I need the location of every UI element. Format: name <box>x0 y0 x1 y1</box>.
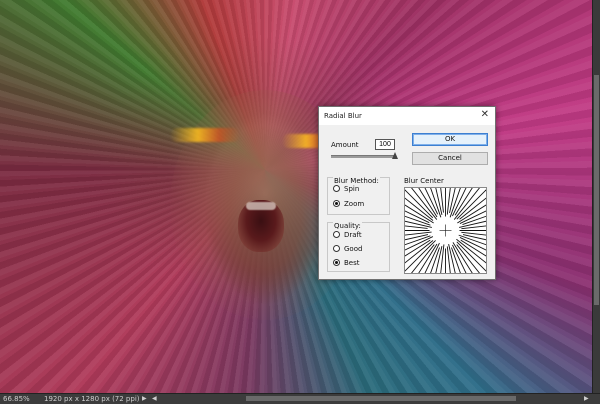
amount-slider-thumb[interactable] <box>392 152 398 159</box>
triangle-left-icon[interactable]: ◀ <box>152 394 157 404</box>
triangle-right-icon[interactable]: ▶ <box>584 394 589 404</box>
radio-spin-label: Spin <box>344 185 360 193</box>
status-bar: 66.85% 1920 px x 1280 px (72 ppi) ▶ ◀ ▶ <box>0 393 600 404</box>
blur-center-ray <box>405 240 436 272</box>
blur-center-ray <box>405 210 430 224</box>
blur-center-ray <box>424 188 439 215</box>
quality-label: Quality: <box>333 222 362 230</box>
blur-center-preview[interactable] <box>404 187 487 274</box>
blur-center-ray <box>452 242 473 273</box>
blur-center-ray <box>405 231 432 236</box>
radio-best-circle[interactable] <box>333 259 340 266</box>
zoom-level[interactable]: 66.85% <box>3 394 30 404</box>
vertical-scrollbar[interactable] <box>592 0 600 393</box>
blur-method-group: Blur Method: Spin Zoom <box>327 177 390 215</box>
radial-blur-dialog: Radial Blur ✕ Amount OK Cancel Blur Meth… <box>318 106 496 280</box>
radio-draft-label: Draft <box>344 231 362 239</box>
horizontal-scrollbar-thumb[interactable] <box>246 396 516 401</box>
dialog-title: Radial Blur <box>324 112 362 120</box>
blur-center-label: Blur Center <box>404 177 444 185</box>
radio-draft-circle[interactable] <box>333 231 340 238</box>
document-info: 1920 px x 1280 px (72 ppi) <box>44 395 140 403</box>
radio-best-label: Best <box>344 259 360 267</box>
document-canvas[interactable] <box>0 0 592 393</box>
dialog-titlebar[interactable]: Radial Blur ✕ <box>319 107 495 125</box>
amount-input[interactable] <box>375 139 395 150</box>
radio-zoom-label: Zoom <box>344 200 365 208</box>
image-eye-streak-left <box>170 128 240 142</box>
quality-group: Quality: Draft Good Best <box>327 222 390 272</box>
radio-good-circle[interactable] <box>333 245 340 252</box>
amount-slider-track[interactable] <box>331 155 395 158</box>
amount-label: Amount <box>331 141 359 149</box>
image-teeth <box>246 202 276 210</box>
blur-center-rays <box>405 188 486 273</box>
ok-button[interactable]: OK <box>412 133 488 146</box>
radio-good-label: Good <box>344 245 363 253</box>
close-icon[interactable]: ✕ <box>481 110 489 120</box>
radio-zoom-circle[interactable] <box>333 200 340 207</box>
cancel-button[interactable]: Cancel <box>412 152 488 165</box>
radio-spin-circle[interactable] <box>333 185 340 192</box>
triangle-right-icon[interactable]: ▶ <box>142 394 147 404</box>
vertical-scrollbar-thumb[interactable] <box>594 75 599 305</box>
